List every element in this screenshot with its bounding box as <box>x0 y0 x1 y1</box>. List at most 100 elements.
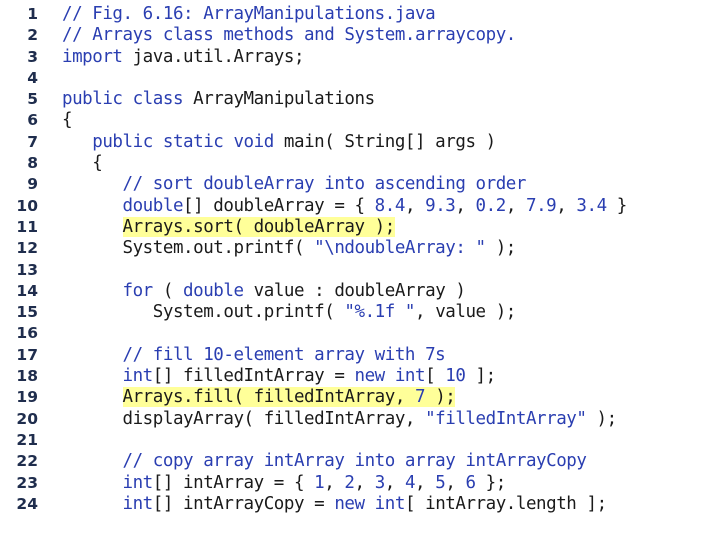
plain-token: Arrays.fill( filledIntArray, <box>122 387 416 408</box>
code-line: 13 <box>0 260 720 281</box>
code-listing: 1// Fig. 6.16: ArrayManipulations.java 2/… <box>0 4 720 515</box>
plain-token: , <box>505 195 526 216</box>
keyword-token: double <box>122 195 184 216</box>
plain-token: , <box>384 472 405 493</box>
number-token: 7.9 <box>525 195 557 216</box>
code-line: 4 <box>0 68 720 89</box>
statement: int[] filledIntArray = new int[ 10 ]; <box>122 366 497 387</box>
line-number: 9 <box>27 175 38 194</box>
line-number: 6 <box>27 111 38 130</box>
code-text: double[] doubleArray = { 8.4, 9.3, 0.2, … <box>62 195 628 217</box>
code-text: // Fig. 6.16: ArrayManipulations.java <box>62 4 436 25</box>
comment-token: // fill 10-element array with 7s <box>122 344 446 365</box>
statement: displayArray( filledIntArray, "filledInt… <box>122 408 618 429</box>
highlighted-statement: Arrays.fill( filledIntArray, 7 ); <box>122 387 456 408</box>
plain-token: [ intArray.length ]; <box>404 493 607 514</box>
plain-token: , <box>324 472 345 493</box>
plain-token: }; <box>475 472 507 493</box>
code-text: import java.util.Arrays; <box>62 46 305 68</box>
string-token: "\ndoubleArray: " <box>314 238 486 259</box>
code-line: 6{ <box>0 110 720 131</box>
code-line: 21 <box>0 430 720 451</box>
plain-token: , <box>415 472 436 493</box>
statement: // sort doubleArray into ascending order <box>122 174 527 195</box>
code-line: 20 displayArray( filledIntArray, "filled… <box>0 409 720 430</box>
statement: public class ArrayManipulations <box>62 89 375 109</box>
plain-token: ); <box>485 238 517 259</box>
code-text: int[] intArrayCopy = new int[ intArray.l… <box>62 493 608 515</box>
number-token: 4 <box>404 472 416 493</box>
code-line: 11 Arrays.sort( doubleArray ); <box>0 216 720 238</box>
keyword-token: int <box>122 493 154 514</box>
code-text: { <box>62 153 103 174</box>
code-text: // Arrays class methods and System.array… <box>62 25 516 46</box>
line-number: 2 <box>27 26 38 45</box>
plain-token: ); <box>586 408 618 429</box>
plain-token: { <box>62 110 73 131</box>
statement: { <box>92 153 103 174</box>
plain-token: [ <box>425 366 446 387</box>
plain-token: , <box>556 195 577 216</box>
statement: // fill 10-element array with 7s <box>123 345 446 365</box>
code-text: System.out.printf( "\ndoubleArray: " ); <box>62 238 517 259</box>
number-token: 9.3 <box>425 195 456 216</box>
line-number: 16 <box>16 324 38 343</box>
code-line: 23 int[] intArray = { 1, 2, 3, 4, 5, 6 }… <box>0 473 720 494</box>
plain-token: [] intArray = { <box>152 472 315 493</box>
statement: // Fig. 6.16: ArrayManipulations.java <box>62 4 436 24</box>
code-text: // fill 10-element array with 7s <box>62 345 446 366</box>
number-token: 3.4 <box>576 195 607 216</box>
code-line: 19 Arrays.fill( filledIntArray, 7 ); <box>0 387 720 408</box>
plain-token: [] doubleArray = { <box>183 195 375 216</box>
code-text: public static void main( String[] args ) <box>62 132 496 153</box>
statement: // Arrays class methods and System.array… <box>62 25 516 45</box>
line-number: 21 <box>16 430 38 449</box>
plain-token: , <box>404 195 426 216</box>
highlighted-statement: Arrays.sort( doubleArray ); <box>122 216 395 237</box>
statement: int[] intArray = { 1, 2, 3, 4, 5, 6 }; <box>123 472 507 493</box>
comment-token: // Arrays class methods and System.array… <box>62 25 516 46</box>
statement: // copy array intArray into array intArr… <box>123 451 587 471</box>
line-number: 4 <box>27 68 38 87</box>
string-token: "%.1f " <box>344 302 416 323</box>
code-text: displayArray( filledIntArray, "filledInt… <box>62 408 618 430</box>
keyword-token: int <box>122 366 154 387</box>
code-text: for ( double value : doubleArray ) <box>62 280 466 302</box>
line-number: 13 <box>16 260 38 279</box>
code-line: 18 int[] filledIntArray = new int[ 10 ]; <box>0 366 720 387</box>
line-number: 8 <box>27 154 38 173</box>
keyword-token: for <box>122 280 154 301</box>
plain-token: ( <box>152 280 184 301</box>
code-line: 8 { <box>0 153 720 174</box>
line-number: 20 <box>16 409 38 428</box>
code-line: 22 // copy array intArray into array int… <box>0 451 720 472</box>
code-text: // sort doubleArray into ascending order <box>62 174 527 195</box>
plain-token: , <box>354 472 375 493</box>
line-number: 18 <box>16 367 38 386</box>
comment-token: // sort doubleArray into ascending order <box>122 174 527 195</box>
keyword-token: new int <box>334 493 405 514</box>
keyword-token: new int <box>354 366 426 387</box>
plain-token: { <box>92 153 103 174</box>
code-text: int[] intArray = { 1, 2, 3, 4, 5, 6 }; <box>62 472 507 494</box>
plain-token: java.util.Arrays; <box>122 46 305 67</box>
code-line: 7 public static void main( String[] args… <box>0 132 720 153</box>
plain-token: ); <box>425 387 456 408</box>
plain-token: , <box>445 472 466 493</box>
code-line: 15 System.out.printf( "%.1f ", value ); <box>0 302 720 323</box>
plain-token: displayArray( filledIntArray, <box>122 408 426 429</box>
code-text: public class ArrayManipulations <box>62 89 375 110</box>
code-text: { <box>62 110 73 131</box>
plain-token: ArrayManipulations <box>183 89 375 110</box>
code-text: int[] filledIntArray = new int[ 10 ]; <box>62 366 497 387</box>
plain-token: ]; <box>465 366 497 387</box>
plain-token: , <box>455 195 476 216</box>
statement: double[] doubleArray = { 8.4, 9.3, 0.2, … <box>122 195 628 216</box>
code-line: 5 public class ArrayManipulations <box>0 89 720 110</box>
